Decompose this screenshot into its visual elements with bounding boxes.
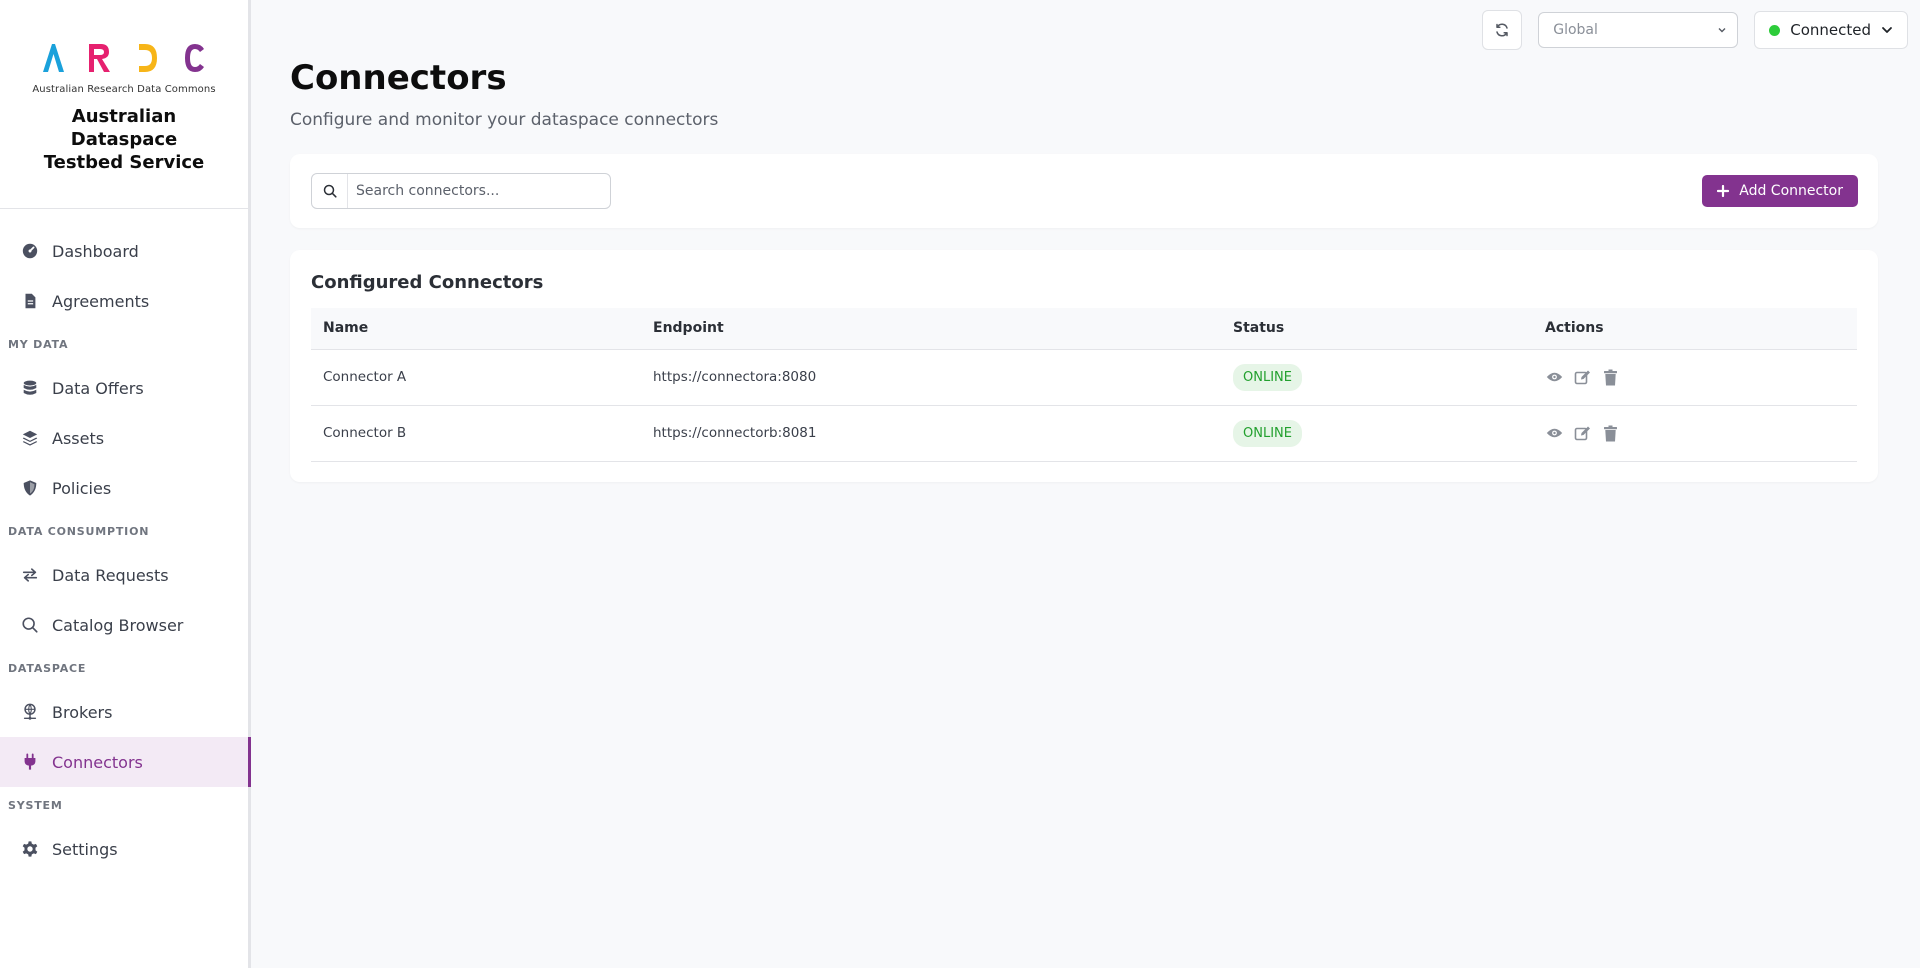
edit-button[interactable] <box>1573 368 1591 386</box>
top-bar: Global Connected <box>1482 10 1908 50</box>
app-title-line2: Testbed Service <box>43 152 205 173</box>
sidebar: Australian Research Data Commons Austral… <box>0 0 251 968</box>
brand-header: Australian Research Data Commons Austral… <box>0 0 248 209</box>
dashboard-icon <box>20 241 40 261</box>
sidebar-item-label: Policies <box>52 478 112 498</box>
sidebar-item-label: Connectors <box>52 752 143 772</box>
sidebar-item-settings[interactable]: Settings <box>0 824 248 874</box>
edit-button[interactable] <box>1573 424 1591 442</box>
column-header-endpoint: Endpoint <box>653 320 724 337</box>
page-title: Connectors <box>290 58 507 98</box>
ardc-logo <box>43 44 204 72</box>
section-heading-my-data: MY DATA <box>8 338 69 351</box>
chevron-down-icon <box>1882 27 1892 33</box>
sidebar-item-label: Data Offers <box>52 378 144 398</box>
sidebar-item-label: Data Requests <box>52 565 169 585</box>
edit-icon <box>1574 370 1590 384</box>
sidebar-item-connectors[interactable]: Connectors <box>0 737 251 787</box>
region-select-value: Global <box>1553 22 1598 38</box>
refresh-button[interactable] <box>1482 10 1523 50</box>
search-icon <box>312 174 348 208</box>
sidebar-item-label: Brokers <box>52 702 113 722</box>
delete-button[interactable] <box>1601 368 1619 386</box>
table-header-row: Name Endpoint Status Actions <box>311 308 1857 349</box>
sidebar-item-dashboard[interactable]: Dashboard <box>0 226 248 276</box>
table-row: Connector A https://connectora:8080 ONLI… <box>311 349 1857 405</box>
connector-status-cell: ONLINE <box>1221 349 1533 405</box>
connector-name: Connector B <box>323 425 407 441</box>
sidebar-item-label: Assets <box>52 428 105 448</box>
delete-button[interactable] <box>1601 424 1619 442</box>
add-connector-button[interactable]: Add Connector <box>1702 175 1858 207</box>
sidebar-item-assets[interactable]: Assets <box>0 413 248 463</box>
connector-actions <box>1533 405 1857 461</box>
connectors-table: Name Endpoint Status Actions Connector A… <box>311 308 1857 462</box>
connector-status-cell: ONLINE <box>1221 405 1533 461</box>
sidebar-item-agreements[interactable]: Agreements <box>0 276 248 326</box>
chevron-down-icon <box>1718 28 1726 33</box>
connection-status-dropdown[interactable]: Connected <box>1754 11 1908 49</box>
refresh-icon <box>1496 23 1508 37</box>
column-header-name: Name <box>323 320 369 337</box>
trash-icon <box>1603 425 1617 441</box>
column-header-actions: Actions <box>1545 320 1604 337</box>
app-root: Australian Research Data Commons Austral… <box>0 0 1920 968</box>
status-badge: ONLINE <box>1233 419 1302 447</box>
status-badge: ONLINE <box>1233 363 1302 391</box>
shield-icon <box>20 478 40 498</box>
exchange-icon <box>20 565 40 585</box>
add-connector-label: Add Connector <box>1739 183 1843 199</box>
table-row: Connector B https://connectorb:8081 ONLI… <box>311 405 1857 461</box>
edit-icon <box>1574 426 1590 440</box>
sidebar-item-policies[interactable]: Policies <box>0 463 248 513</box>
plus-icon <box>1717 185 1730 197</box>
logo-subtitle: Australian Research Data Commons <box>32 84 216 95</box>
connector-endpoint: https://connectora:8080 <box>653 369 817 385</box>
sidebar-nav: Dashboard Agreements MY DATA Data Offers <box>0 209 251 874</box>
gear-icon <box>20 839 40 859</box>
view-button[interactable] <box>1545 368 1563 386</box>
sidebar-item-label: Catalog Browser <box>52 615 184 635</box>
network-icon <box>20 702 40 722</box>
eye-icon <box>1546 428 1562 438</box>
layers-icon <box>20 428 40 448</box>
connection-status-label: Connected <box>1790 21 1871 39</box>
sidebar-item-catalog-browser[interactable]: Catalog Browser <box>0 600 248 650</box>
column-header-status: Status <box>1233 320 1285 337</box>
document-icon <box>20 291 40 311</box>
connector-name: Connector A <box>323 369 407 385</box>
connector-endpoint: https://connectorb:8081 <box>653 425 817 441</box>
sidebar-item-label: Dashboard <box>52 241 139 261</box>
toolbar-card: Add Connector <box>290 154 1878 228</box>
plug-icon <box>20 752 40 772</box>
view-button[interactable] <box>1545 424 1563 442</box>
region-select[interactable]: Global <box>1538 12 1739 48</box>
sidebar-item-label: Settings <box>52 839 118 859</box>
eye-icon <box>1546 372 1562 382</box>
search-box <box>311 173 611 209</box>
section-heading-system: SYSTEM <box>8 799 63 812</box>
sidebar-item-brokers[interactable]: Brokers <box>0 687 248 737</box>
section-heading-dataspace: DATASPACE <box>8 662 87 675</box>
sidebar-item-label: Agreements <box>52 291 150 311</box>
trash-icon <box>1603 369 1617 385</box>
search-icon <box>20 615 40 635</box>
connector-actions <box>1533 349 1857 405</box>
search-input[interactable] <box>348 183 598 199</box>
app-title-line1: Australian Dataspace <box>70 106 178 150</box>
page-subtitle: Configure and monitor your dataspace con… <box>290 110 719 130</box>
app-title: Australian Dataspace Testbed Service <box>0 105 248 174</box>
sidebar-item-data-offers[interactable]: Data Offers <box>0 363 248 413</box>
table-title: Configured Connectors <box>311 272 544 293</box>
database-icon <box>20 378 40 398</box>
section-heading-data-consumption: DATA CONSUMPTION <box>8 525 150 538</box>
connection-status-dot <box>1769 24 1781 36</box>
connectors-table-card: Configured Connectors Name Endpoint Stat… <box>290 250 1878 482</box>
sidebar-item-data-requests[interactable]: Data Requests <box>0 550 248 600</box>
